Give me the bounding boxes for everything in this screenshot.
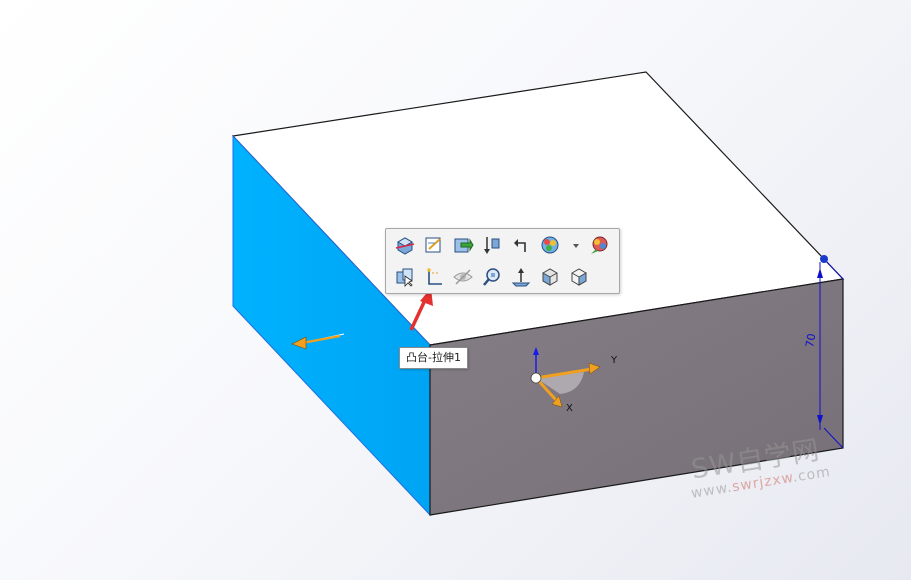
view-orientation-icon[interactable] [539,266,561,288]
section-view-icon[interactable] [394,234,416,256]
view-3d-icon[interactable] [568,266,590,288]
parent-child-icon[interactable] [510,234,532,256]
triad-x-label: X [566,403,573,414]
edit-appearance-icon[interactable] [588,234,610,256]
hide-icon[interactable] [452,266,474,288]
sketch-icon[interactable] [423,266,445,288]
appearance-dropdown-icon[interactable] [565,234,579,256]
context-toolbar [385,228,620,294]
feature-tooltip: 凸台-拉伸1 [399,347,468,369]
appearance-icon[interactable] [539,234,561,256]
normal-to-icon[interactable] [510,266,532,288]
edit-feature-icon[interactable] [452,234,474,256]
select-other-icon[interactable] [394,266,416,288]
triad-y-label: Y [611,355,618,366]
rollback-icon[interactable] [481,234,503,256]
zoom-to-selection-icon[interactable] [481,266,503,288]
dimension-value[interactable]: 70 [803,332,818,348]
edit-sketch-icon[interactable] [423,234,445,256]
